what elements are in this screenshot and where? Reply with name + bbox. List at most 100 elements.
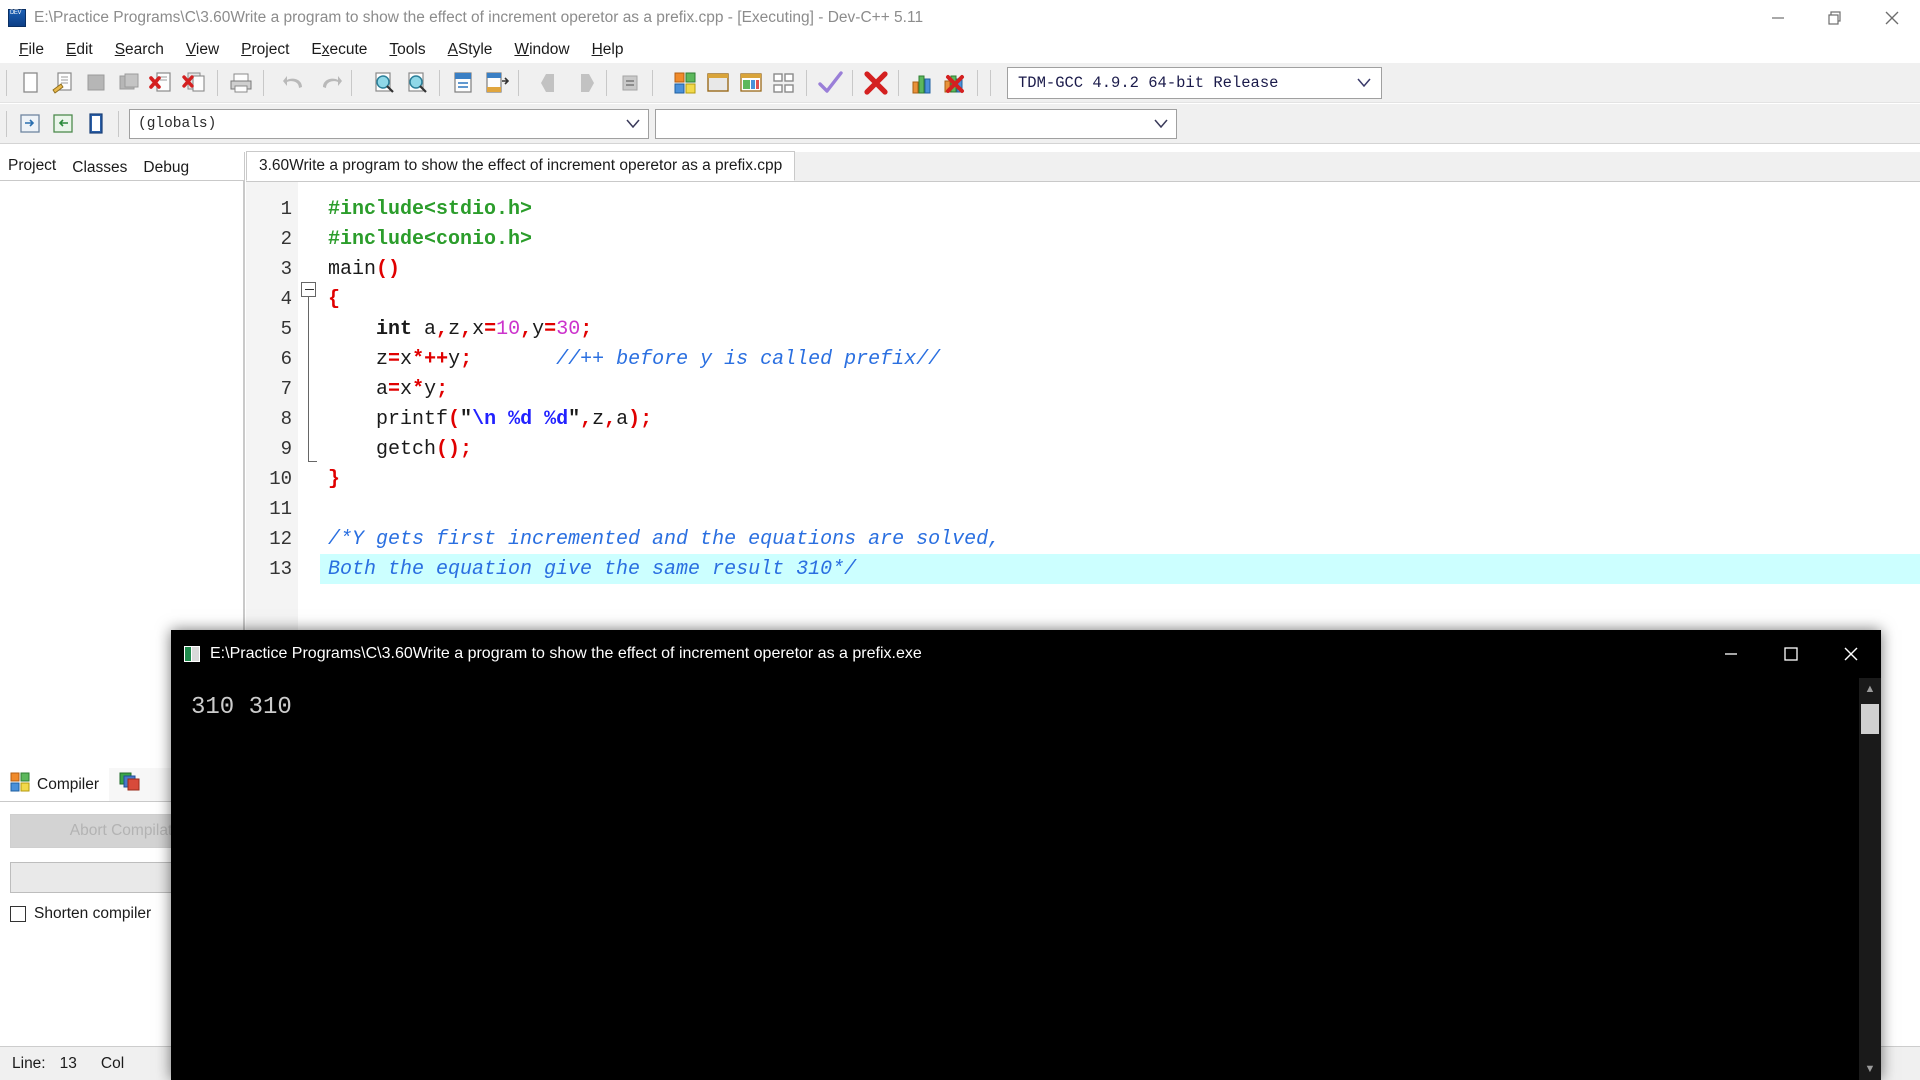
menu-astyle[interactable]: AStyle (437, 39, 504, 61)
console-minimize-button[interactable] (1701, 630, 1761, 678)
scope-combo-value: (globals) (138, 115, 217, 132)
code-token: getch (376, 437, 437, 461)
replace-icon[interactable] (400, 66, 433, 99)
code-token: ; (580, 317, 593, 341)
console-close-button[interactable] (1821, 630, 1881, 678)
menu-project[interactable]: Project (230, 39, 300, 61)
tab-compiler-label: Compiler (37, 775, 100, 793)
code-token: " (568, 407, 581, 431)
code-token: main (328, 257, 377, 281)
line-number: 13 (269, 558, 292, 580)
goto-class-icon[interactable] (79, 107, 112, 140)
compiler-set-value: TDM-GCC 4.9.2 64-bit Release (1018, 73, 1279, 92)
compile-icon[interactable] (668, 66, 701, 99)
forward-icon[interactable] (567, 66, 600, 99)
line-number: 6 (280, 348, 292, 370)
code-token: , (604, 407, 617, 431)
toolbar-separator (606, 69, 607, 96)
code-token: = (388, 377, 401, 401)
undo-icon[interactable] (279, 66, 312, 99)
console-scrollbar[interactable]: ▲ ▼ (1859, 678, 1881, 1080)
tab-debug[interactable]: Debug (135, 157, 198, 180)
editor-tab-active[interactable]: 3.60Write a program to show the effect o… (246, 151, 796, 181)
console-scrollbar-thumb[interactable] (1861, 704, 1879, 734)
compile-and-run-icon[interactable] (734, 66, 767, 99)
close-file-icon[interactable] (145, 66, 178, 99)
menu-file[interactable]: File (8, 39, 55, 61)
code-line: int a, z, x = 10, y = 30; (320, 314, 1920, 344)
toggle-icon[interactable] (46, 107, 79, 140)
code-line: Both the equation give the same result 3… (320, 554, 1920, 584)
minimize-button[interactable] (1749, 0, 1806, 36)
console-output-text: 310 310 (191, 694, 292, 721)
insert-icon[interactable] (13, 107, 46, 140)
maximize-restore-button[interactable] (1806, 0, 1863, 36)
code-token: (); (436, 437, 473, 461)
tab-project[interactable]: Project (0, 155, 65, 180)
compiler-set-dropdown[interactable]: TDM-GCC 4.9.2 64-bit Release (1007, 66, 1382, 99)
line-number: 4 (280, 288, 292, 310)
code-line: printf(" \n %d %d ", z, a); (320, 404, 1920, 434)
goto-function-icon[interactable] (479, 66, 512, 99)
code-token: x (400, 377, 413, 401)
back-icon[interactable] (534, 66, 567, 99)
redo-icon[interactable] (312, 66, 345, 99)
line-number: 3 (280, 258, 292, 280)
delete-profile-icon[interactable] (938, 66, 971, 99)
toolbar-separator (652, 69, 653, 96)
rebuild-all-icon[interactable] (767, 66, 800, 99)
scroll-down-icon[interactable]: ▼ (1859, 1058, 1881, 1080)
toolbar-separator (118, 110, 119, 137)
toolbar-separator (898, 69, 899, 96)
menu-search[interactable]: Search (104, 39, 175, 61)
window-title: E:\Practice Programs\C\3.60Write a progr… (34, 9, 924, 26)
tab-compiler[interactable]: Compiler (0, 768, 110, 801)
fold-collapse-icon[interactable] (301, 282, 316, 297)
console-output-area[interactable]: 310 310 ▲ ▼ (171, 678, 1881, 1080)
code-line: { (320, 284, 1920, 314)
save-all-icon[interactable] (112, 66, 145, 99)
open-file-icon[interactable] (46, 66, 79, 99)
menu-window[interactable]: Window (503, 39, 580, 61)
menu-execute[interactable]: Execute (300, 39, 378, 61)
chevron-down-icon (1357, 74, 1371, 92)
console-maximize-button[interactable] (1761, 630, 1821, 678)
close-all-icon[interactable] (178, 66, 211, 99)
toggle-breakpoint-icon[interactable] (613, 66, 646, 99)
console-window-controls (1701, 630, 1881, 678)
toolbar-separator (977, 69, 978, 96)
close-button[interactable] (1863, 0, 1920, 36)
code-line: } (320, 464, 1920, 494)
scope-combo[interactable]: (globals) (129, 108, 649, 139)
run-icon[interactable] (701, 66, 734, 99)
menu-help[interactable]: Help (581, 39, 635, 61)
tab-resources[interactable] (109, 768, 151, 801)
menu-tools[interactable]: Tools (378, 39, 436, 61)
line-number: 10 (269, 468, 292, 490)
syntax-check-icon[interactable] (813, 66, 846, 99)
code-line: z = x *++ y; //++ before y is called prefix/… (320, 344, 1920, 374)
status-line-label: Line: (12, 1054, 46, 1072)
find-icon[interactable] (367, 66, 400, 99)
code-token: z (448, 317, 461, 341)
stop-execution-icon[interactable] (859, 66, 892, 99)
menu-edit[interactable]: Edit (55, 39, 104, 61)
member-combo[interactable] (655, 108, 1177, 139)
print-icon[interactable] (224, 66, 257, 99)
line-number: 7 (280, 378, 292, 400)
save-file-icon[interactable] (79, 66, 112, 99)
code-token: *++ (412, 347, 449, 371)
shorten-compiler-checkbox[interactable] (10, 906, 26, 922)
goto-line-icon[interactable] (446, 66, 479, 99)
toolbar-separator (518, 69, 519, 96)
code-token: a (412, 317, 437, 341)
menu-view[interactable]: View (175, 39, 230, 61)
tab-classes[interactable]: Classes (64, 157, 136, 180)
profile-analysis-icon[interactable] (905, 66, 938, 99)
fold-guide-foot (308, 461, 317, 463)
line-number: 2 (280, 228, 292, 250)
new-file-icon[interactable] (13, 66, 46, 99)
scroll-up-icon[interactable]: ▲ (1859, 678, 1881, 700)
